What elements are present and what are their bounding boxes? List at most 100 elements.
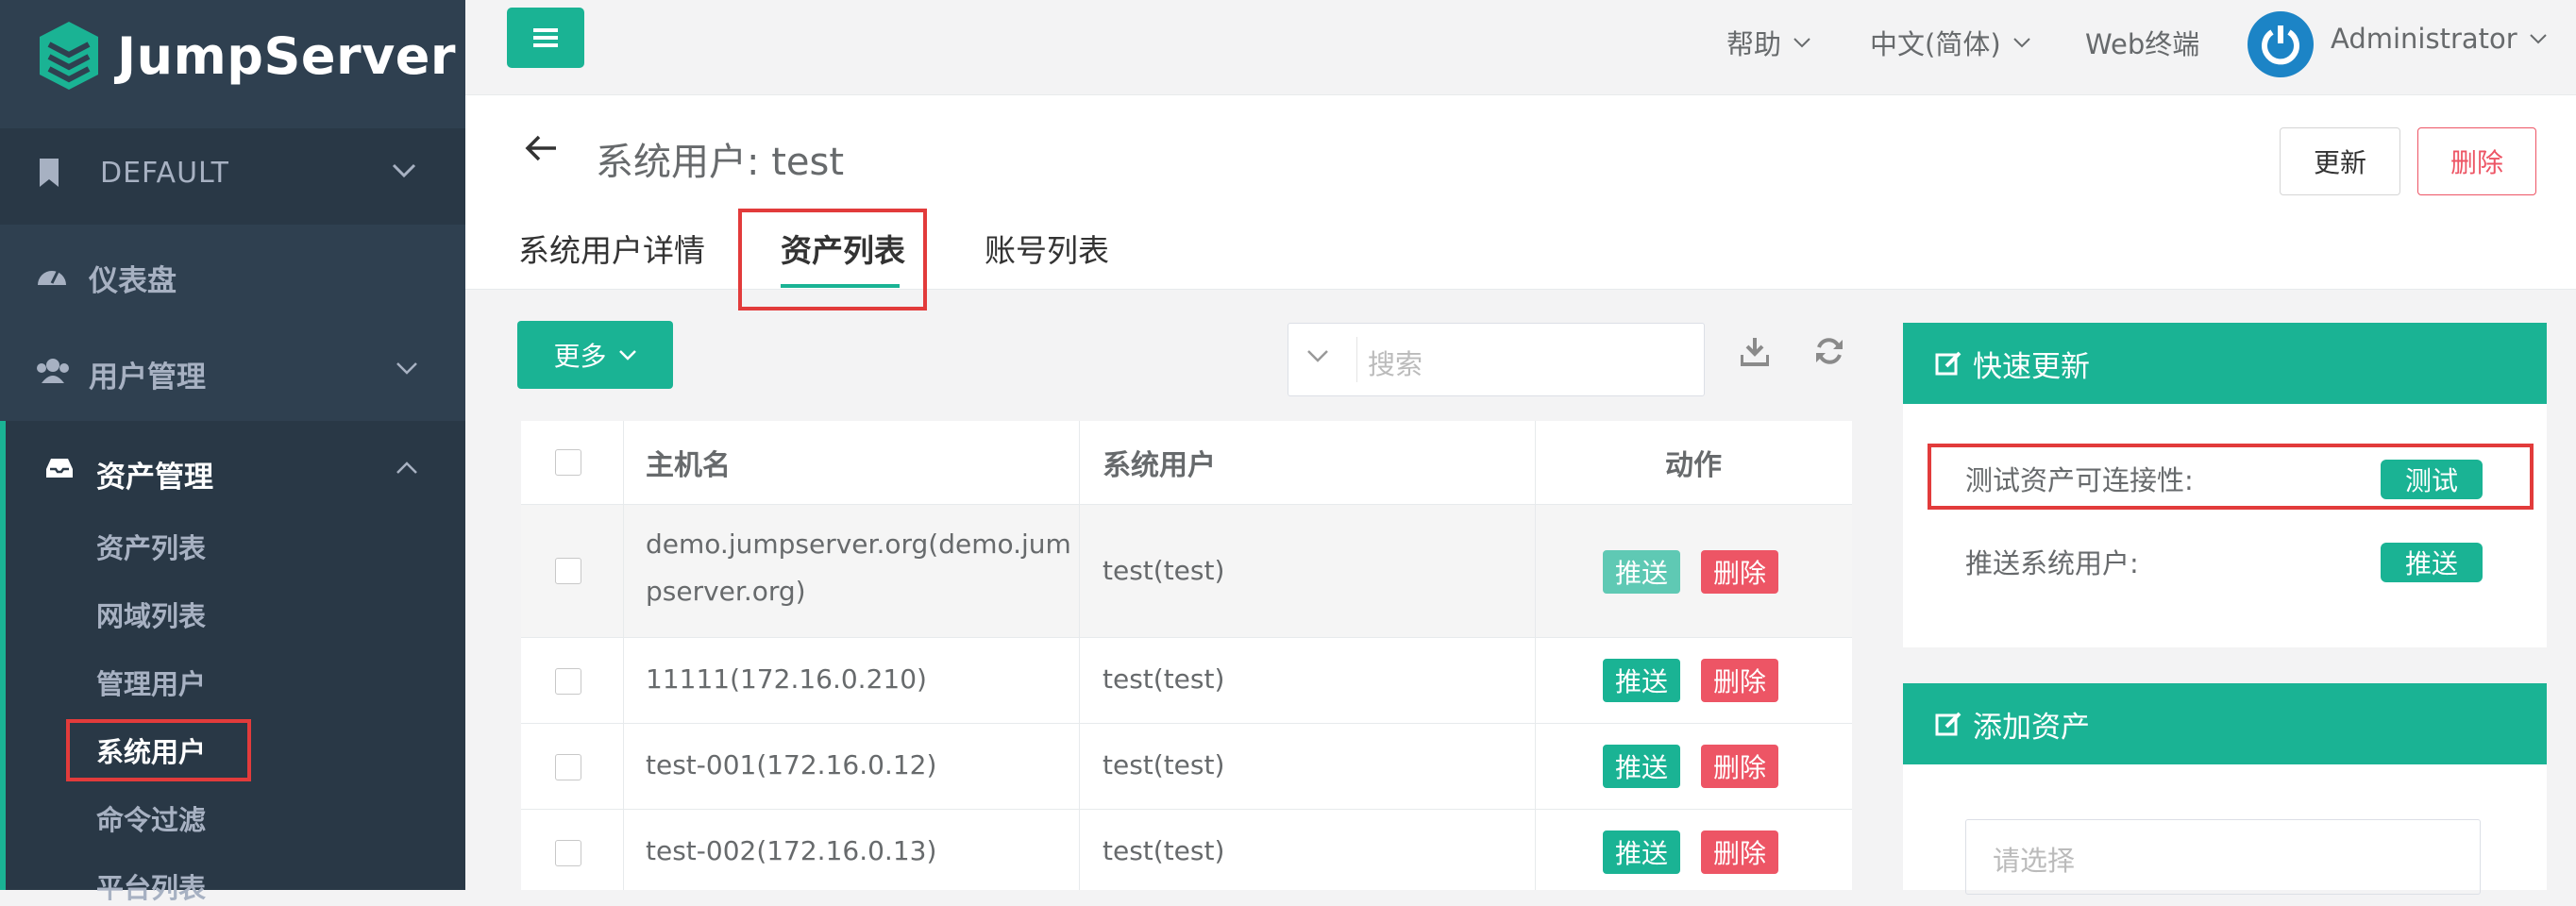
system-user-cell: test(test)	[1103, 835, 1225, 866]
sidebar: JumpServer DEFAULT 仪表盘 用户管理 资产管理 资产列表 网域…	[0, 0, 465, 904]
chevron-down-icon[interactable]	[1305, 348, 1330, 363]
column-header-system-user[interactable]: 系统用户	[1103, 442, 1216, 483]
push-button[interactable]: 推送	[1603, 550, 1680, 594]
asset-table: 主机名 系统用户 动作 demo.jumpserver.org(demo.jum…	[521, 421, 1852, 890]
row-checkbox[interactable]	[555, 558, 581, 584]
row-delete-button[interactable]: 删除	[1701, 659, 1778, 702]
row-delete-button[interactable]: 删除	[1701, 745, 1778, 788]
asset-select[interactable]: 请选择	[1965, 819, 2481, 895]
panel-header: 添加资产	[1903, 683, 2547, 764]
page-title: 系统用户: test	[596, 141, 845, 184]
sidebar-item-label: 仪表盘	[89, 264, 177, 298]
logo[interactable]: JumpServer	[38, 13, 456, 98]
chevron-down-icon	[2012, 38, 2030, 48]
table-header-row: 主机名 系统用户 动作	[521, 421, 1852, 505]
row-checkbox[interactable]	[555, 754, 581, 780]
delete-button[interactable]: 删除	[2417, 127, 2536, 195]
avatar[interactable]	[2248, 11, 2314, 77]
back-arrow-icon[interactable]	[524, 133, 558, 163]
table-row: test-001(172.16.0.12) test(test) 推送 删除	[521, 724, 1852, 810]
row-delete-button[interactable]: 删除	[1701, 830, 1778, 874]
dashboard-icon	[38, 269, 66, 285]
chevron-up-icon	[396, 461, 417, 474]
web-terminal-link[interactable]: Web终端	[2085, 23, 2199, 62]
highlight-box-asset-tab	[738, 209, 927, 310]
edit-icon	[1935, 712, 1961, 736]
push-system-user-button[interactable]: 推送	[2381, 543, 2483, 582]
search-input[interactable]: 搜索	[1368, 343, 1423, 382]
username-label: Administrator	[2331, 23, 2517, 55]
panel-header: 快速更新	[1903, 323, 2547, 404]
update-button[interactable]: 更新	[2280, 127, 2400, 195]
chevron-down-icon	[618, 350, 636, 361]
language-label: 中文(简体)	[1870, 28, 2001, 60]
push-button[interactable]: 推送	[1603, 830, 1680, 874]
sidebar-item-dashboard[interactable]: 仪表盘	[0, 228, 465, 323]
tab-account-list[interactable]: 账号列表	[985, 226, 1109, 271]
help-dropdown[interactable]: 帮助	[1726, 23, 1811, 62]
bookmark-icon	[40, 159, 59, 187]
sidebar-subitem-asset-list[interactable]: 资产列表	[96, 527, 206, 566]
inbox-icon	[46, 459, 73, 478]
sidebar-subitem-domain-list[interactable]: 网域列表	[96, 595, 206, 634]
sidebar-item-label: 资产管理	[96, 461, 213, 495]
tab-detail[interactable]: 系统用户详情	[518, 226, 705, 271]
system-user-cell: test(test)	[1103, 663, 1225, 695]
column-divider	[623, 421, 624, 890]
sidebar-subitem-admin-user[interactable]: 管理用户	[96, 663, 206, 702]
sidebar-subitem-platform-list[interactable]: 平台列表	[96, 866, 206, 906]
hostname-cell: test-001(172.16.0.12)	[646, 749, 937, 780]
table-row: demo.jumpserver.org(demo.jum pserver.org…	[521, 505, 1852, 638]
hostname-cell: 11111(172.16.0.210)	[646, 663, 927, 695]
more-label: 更多	[553, 341, 607, 372]
org-selector[interactable]: DEFAULT	[0, 128, 465, 225]
chevron-down-icon	[396, 362, 417, 375]
language-dropdown[interactable]: 中文(简体)	[1870, 23, 2031, 62]
system-user-cell: test(test)	[1103, 749, 1225, 780]
sidebar-item-label: 用户管理	[89, 361, 206, 394]
sidebar-item-assets[interactable]: 资产管理 资产列表 网域列表 管理用户 系统用户 命令过滤 平台列表	[0, 421, 465, 904]
search-divider	[1356, 337, 1357, 382]
quick-update-panel: 快速更新 测试资产可连接性: 测试 推送系统用户: 推送	[1903, 323, 2547, 647]
more-actions-button[interactable]: 更多	[517, 321, 673, 389]
panel-title: 快速更新	[1973, 349, 2090, 384]
push-button[interactable]: 推送	[1603, 745, 1680, 788]
sidebar-subitem-command-filter[interactable]: 命令过滤	[96, 798, 206, 838]
row-delete-button[interactable]: 删除	[1701, 550, 1778, 594]
menu-toggle-button[interactable]	[507, 8, 584, 68]
refresh-icon[interactable]	[1814, 336, 1844, 366]
column-header-actions: 动作	[1665, 449, 1722, 482]
select-all-checkbox[interactable]	[555, 449, 581, 476]
edit-icon	[1935, 351, 1961, 376]
highlight-box-system-user	[66, 719, 251, 781]
help-label: 帮助	[1726, 28, 1782, 60]
row-checkbox[interactable]	[555, 840, 581, 866]
row-checkbox[interactable]	[555, 668, 581, 695]
download-icon[interactable]	[1741, 336, 1769, 366]
jumpserver-logo-icon	[40, 22, 98, 90]
push-button[interactable]: 推送	[1603, 659, 1680, 702]
sidebar-item-users[interactable]: 用户管理	[0, 325, 465, 419]
hamburger-icon	[533, 28, 558, 47]
system-user-cell: test(test)	[1103, 555, 1225, 586]
top-navbar: 帮助 中文(简体) Web终端 Administrator	[465, 0, 2576, 95]
table-row: test-002(172.16.0.13) test(test) 推送 删除	[521, 810, 1852, 890]
hostname-cell: demo.jumpserver.org(demo.jum	[646, 528, 1071, 560]
page-header: 系统用户: test 更新 删除 系统用户详情 资产列表 账号列表	[465, 95, 2576, 310]
table-row: 11111(172.16.0.210) test(test) 推送 删除	[521, 638, 1852, 724]
highlight-box-test-connectivity	[1928, 444, 2534, 510]
chevron-down-icon	[2529, 34, 2547, 44]
chevron-down-icon	[1793, 38, 1810, 48]
search-box[interactable]: 搜索	[1288, 323, 1705, 396]
column-divider	[1079, 421, 1080, 890]
logo-text: JumpServer	[117, 25, 457, 86]
hostname-cell: test-002(172.16.0.13)	[646, 835, 937, 866]
hostname-cell-continued: pserver.org)	[646, 576, 806, 607]
user-dropdown[interactable]: Administrator	[2331, 23, 2548, 55]
power-icon	[2262, 25, 2299, 65]
column-divider	[1535, 421, 1536, 890]
column-header-hostname[interactable]: 主机名	[646, 442, 731, 483]
org-label: DEFAULT	[100, 157, 229, 190]
web-terminal-label: Web终端	[2085, 28, 2200, 60]
push-system-user-label: 推送系统用户:	[1965, 547, 2139, 579]
